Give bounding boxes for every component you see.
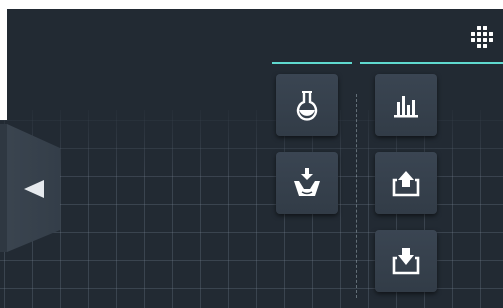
- statistics-tool-button[interactable]: [375, 74, 437, 136]
- side-panel-toggle[interactable]: [0, 124, 64, 252]
- upload-tray-icon: [392, 171, 420, 197]
- upload-tool-button[interactable]: [375, 152, 437, 214]
- top-frame: [0, 0, 503, 9]
- grid-menu-icon[interactable]: [469, 24, 495, 50]
- left-column-divider: [272, 62, 352, 64]
- bar-chart-icon: [394, 96, 418, 118]
- left-frame: [0, 0, 7, 120]
- chemistry-tool-button[interactable]: [276, 74, 338, 136]
- basket-download-icon: [294, 168, 320, 196]
- collapse-left-arrow-icon: [24, 180, 44, 198]
- right-column-divider: [360, 62, 503, 64]
- download-tool-button[interactable]: [375, 230, 437, 292]
- flask-icon: [296, 91, 318, 121]
- app-stage: [0, 0, 503, 308]
- column-separator: [356, 94, 357, 298]
- download-tray-icon: [392, 248, 420, 275]
- dispense-tool-button[interactable]: [276, 152, 338, 214]
